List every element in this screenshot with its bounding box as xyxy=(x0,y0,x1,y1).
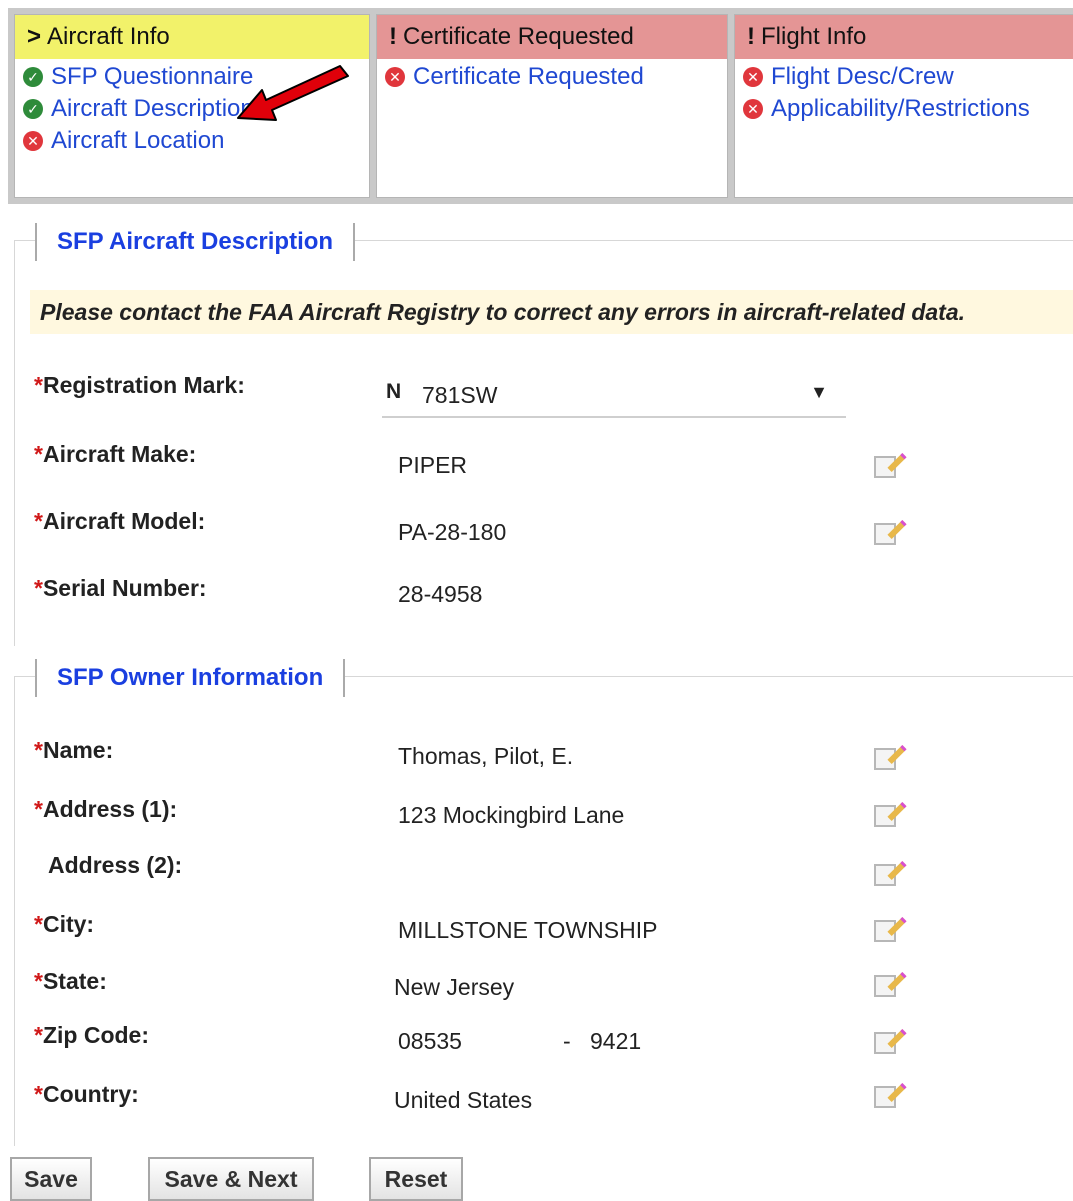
annotation-arrow-icon xyxy=(237,65,349,121)
owner-name-value: Thomas, Pilot, E. xyxy=(398,743,574,769)
country-value: United States xyxy=(394,1087,533,1113)
step-panel-flight-info: ! Flight Info ✕ Flight Desc/Crew ✕ Appli… xyxy=(734,14,1073,198)
label-text: State: xyxy=(42,968,107,994)
required-marker: * xyxy=(34,575,43,601)
edit-aircraft-model-icon[interactable] xyxy=(874,523,896,545)
step-link-flight-desc-crew[interactable]: ✕ Flight Desc/Crew xyxy=(735,61,1073,93)
step-title: Flight Info xyxy=(761,23,867,50)
edit-address1-icon[interactable] xyxy=(874,805,896,827)
registration-prefix: N xyxy=(386,380,402,403)
zip-extension-value: 9421 xyxy=(590,1028,642,1054)
zip-code-label: *Zip Code: xyxy=(34,1022,149,1049)
error-circle-icon: ✕ xyxy=(23,131,43,151)
error-circle-icon: ✕ xyxy=(743,99,763,119)
zip-code-value: 08535 xyxy=(398,1028,462,1054)
required-marker: * xyxy=(34,1081,43,1107)
aircraft-make-label: *Aircraft Make: xyxy=(34,441,196,468)
edit-city-icon[interactable] xyxy=(874,920,896,942)
serial-number-value: 28-4958 xyxy=(398,581,483,607)
aircraft-model-value: PA-28-180 xyxy=(398,519,507,545)
serial-number-label: *Serial Number: xyxy=(34,575,207,602)
address2-label: Address (2): xyxy=(48,852,183,878)
save-and-next-button[interactable]: Save & Next xyxy=(148,1157,314,1201)
required-marker: * xyxy=(34,441,43,467)
edit-country-icon[interactable] xyxy=(874,1086,896,1108)
edit-aircraft-make-icon[interactable] xyxy=(874,456,896,478)
error-circle-icon: ✕ xyxy=(743,67,763,87)
registration-mark-value: 781SW xyxy=(422,382,498,408)
city-value: MILLSTONE TOWNSHIP xyxy=(398,917,658,943)
step-link-label: Aircraft Description xyxy=(51,95,254,122)
warning-exclamation-icon: ! xyxy=(747,23,755,50)
section-legend: SFP Aircraft Description xyxy=(35,223,356,261)
label-text: Aircraft Model: xyxy=(42,508,206,534)
required-marker: * xyxy=(34,737,43,763)
label-text: Address (1): xyxy=(42,796,178,822)
step-title: Certificate Requested xyxy=(403,23,634,50)
step-title: Aircraft Info xyxy=(47,23,170,50)
city-label: *City: xyxy=(34,911,94,938)
required-marker: * xyxy=(34,1022,43,1048)
chevron-down-icon[interactable]: ▼ xyxy=(810,382,828,403)
current-step-chevron-icon: > xyxy=(27,23,42,50)
label-text: Name: xyxy=(42,737,114,763)
state-label: *State: xyxy=(34,968,107,995)
check-circle-icon: ✓ xyxy=(23,99,43,119)
zip-separator: - xyxy=(563,1028,571,1054)
wizard-steps: > Aircraft Info ✓ SFP Questionnaire ✓ Ai… xyxy=(8,8,1073,204)
label-text: Serial Number: xyxy=(42,575,207,601)
label-text: Registration Mark: xyxy=(42,372,245,398)
reset-button[interactable]: Reset xyxy=(369,1157,463,1201)
step-link-label: SFP Questionnaire xyxy=(51,63,254,90)
step-panel-certificate-requested: ! Certificate Requested ✕ Certificate Re… xyxy=(376,14,728,198)
label-text: City: xyxy=(42,911,95,937)
warning-exclamation-icon: ! xyxy=(389,23,397,50)
registration-mark-label: *Registration Mark: xyxy=(34,372,245,399)
step-header-certificate-requested[interactable]: ! Certificate Requested xyxy=(377,15,727,59)
required-marker: * xyxy=(34,911,43,937)
required-marker: * xyxy=(34,508,43,534)
label-text: Aircraft Make: xyxy=(42,441,197,467)
aircraft-model-label: *Aircraft Model: xyxy=(34,508,205,535)
required-marker: * xyxy=(34,796,43,822)
step-header-flight-info[interactable]: ! Flight Info xyxy=(735,15,1073,59)
check-circle-icon: ✓ xyxy=(23,67,43,87)
step-link-label: Flight Desc/Crew xyxy=(771,63,954,90)
step-link-label: Applicability/Restrictions xyxy=(771,95,1030,122)
required-marker: * xyxy=(34,968,43,994)
label-text: Zip Code: xyxy=(42,1022,149,1048)
section-legend: SFP Owner Information xyxy=(35,659,346,697)
edit-zip-code-icon[interactable] xyxy=(874,1032,896,1054)
registry-notice: Please contact the FAA Aircraft Registry… xyxy=(30,290,1073,334)
edit-owner-name-icon[interactable] xyxy=(874,748,896,770)
address1-value: 123 Mockingbird Lane xyxy=(398,802,625,828)
label-text: Country: xyxy=(42,1081,139,1107)
edit-state-icon[interactable] xyxy=(874,975,896,997)
step-link-label: Aircraft Location xyxy=(51,127,225,154)
state-value: New Jersey xyxy=(394,974,515,1000)
address1-label: *Address (1): xyxy=(34,796,177,823)
country-label: *Country: xyxy=(34,1081,139,1108)
step-link-certificate-requested[interactable]: ✕ Certificate Requested xyxy=(377,61,727,93)
step-header-aircraft-info[interactable]: > Aircraft Info xyxy=(15,15,369,59)
save-button[interactable]: Save xyxy=(10,1157,92,1201)
aircraft-make-value: PIPER xyxy=(398,452,468,478)
step-link-label: Certificate Requested xyxy=(413,63,644,90)
error-circle-icon: ✕ xyxy=(385,67,405,87)
step-link-applicability-restrictions[interactable]: ✕ Applicability/Restrictions xyxy=(735,93,1073,125)
edit-address2-icon[interactable] xyxy=(874,864,896,886)
required-marker: * xyxy=(34,372,43,398)
owner-name-label: *Name: xyxy=(34,737,113,764)
registration-mark-select[interactable]: N 781SW ▼ xyxy=(382,372,846,418)
